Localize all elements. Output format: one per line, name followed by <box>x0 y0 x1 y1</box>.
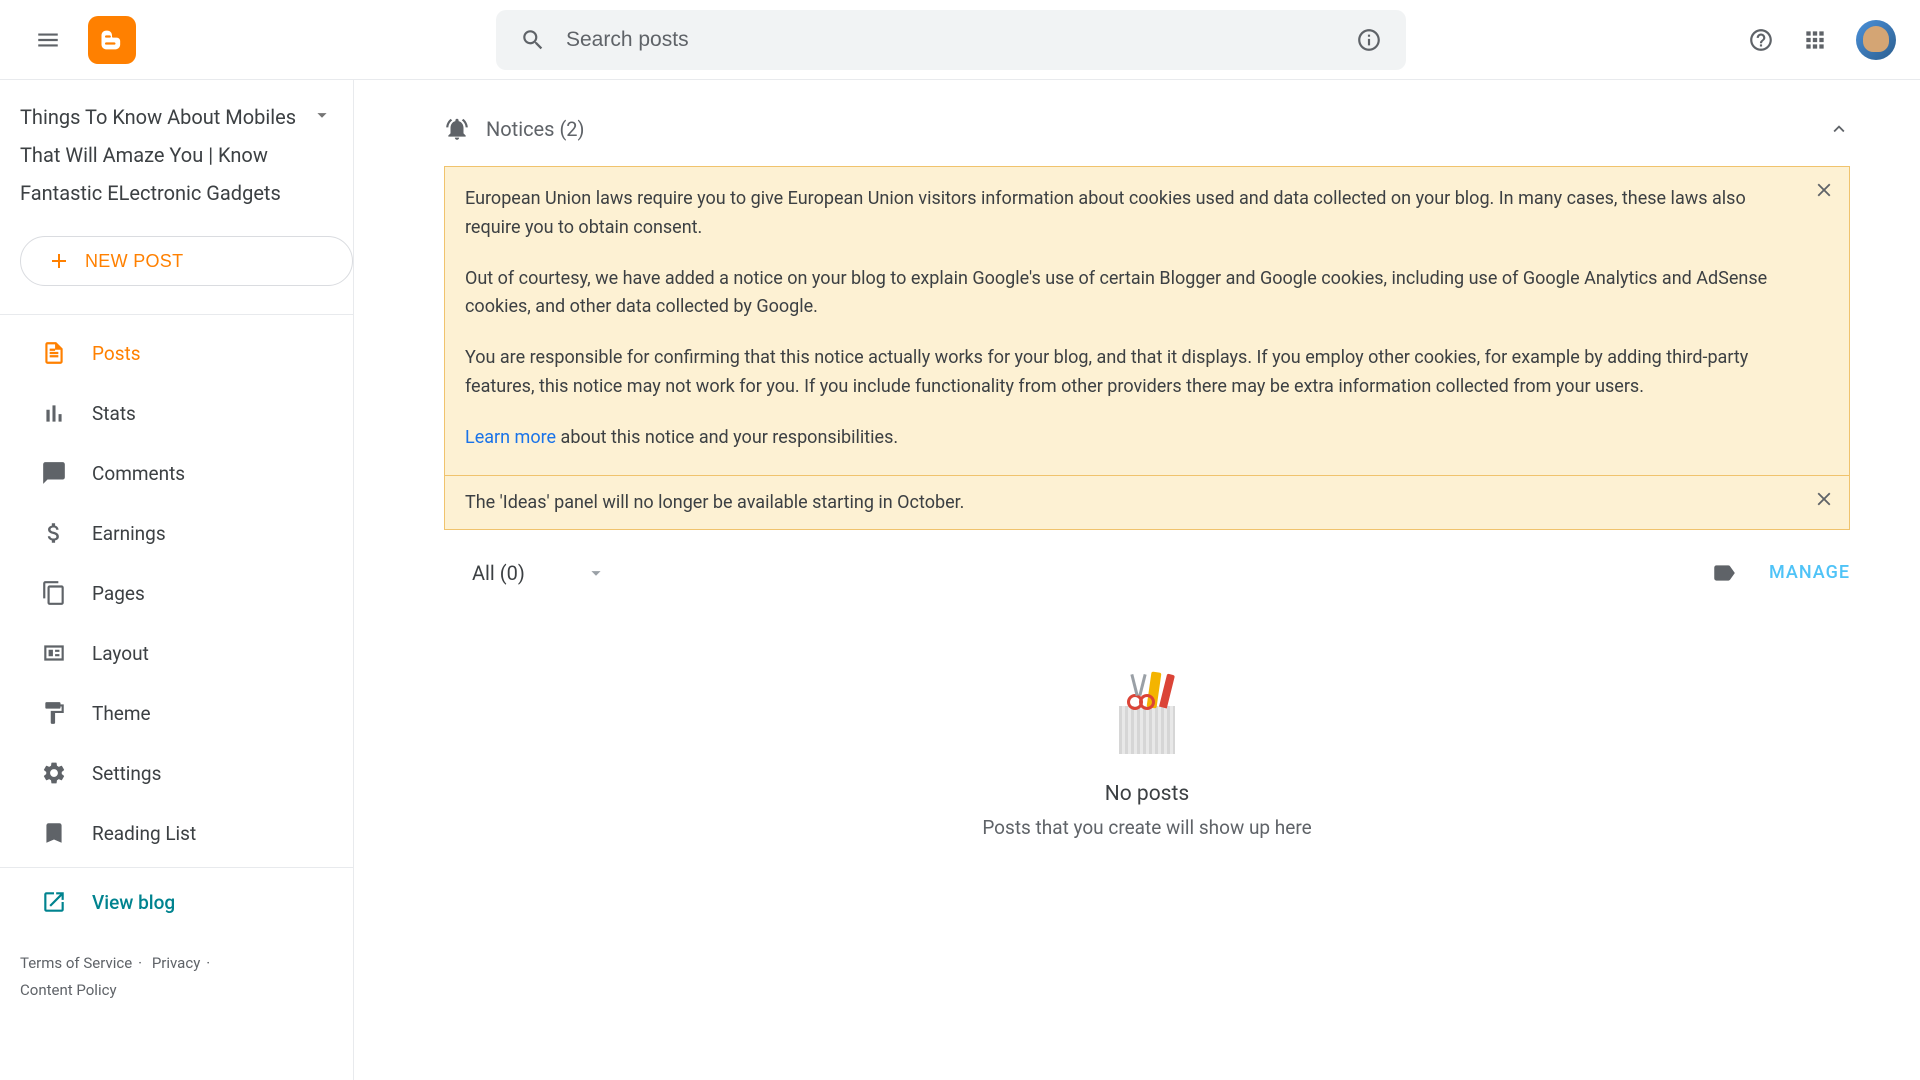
sidebar-item-earnings[interactable]: Earnings <box>0 503 353 563</box>
posts-icon <box>40 340 68 366</box>
sidebar-item-label: Settings <box>92 762 161 785</box>
sidebar-item-stats[interactable]: Stats <box>0 383 353 443</box>
search-bar[interactable] <box>496 10 1406 70</box>
label-icon <box>1711 560 1737 586</box>
sidebar-item-theme[interactable]: Theme <box>0 683 353 743</box>
search-icon <box>520 27 546 53</box>
notices-panel: European Union laws require you to give … <box>444 166 1850 530</box>
blog-selector[interactable]: Things To Know About Mobiles That Will A… <box>0 98 353 212</box>
main-content: Notices (2) European Union laws require … <box>354 80 1920 1080</box>
view-blog-link[interactable]: View blog <box>0 872 353 932</box>
sidebar-item-label: Earnings <box>92 522 166 545</box>
close-icon <box>1813 488 1835 510</box>
settings-icon <box>40 760 68 786</box>
hamburger-icon <box>35 27 61 53</box>
help-button[interactable] <box>1748 27 1774 53</box>
privacy-link[interactable]: Privacy <box>152 954 200 972</box>
label-button[interactable] <box>1711 560 1737 586</box>
notice-text: The 'Ideas' panel will no longer be avai… <box>465 492 964 513</box>
sidebar-item-posts[interactable]: Posts <box>0 323 353 383</box>
content-policy-link[interactable]: Content Policy <box>20 981 117 999</box>
notice-paragraph: European Union laws require you to give … <box>465 185 1789 243</box>
learn-more-link[interactable]: Learn more <box>465 427 556 448</box>
bell-icon <box>444 116 470 142</box>
chevron-up-icon <box>1828 118 1850 140</box>
blogger-logo-icon <box>98 26 126 54</box>
search-info-button[interactable] <box>1356 27 1382 53</box>
sidebar-item-label: Posts <box>92 342 141 365</box>
stats-icon <box>40 400 68 426</box>
manage-labels-link[interactable]: MANAGE <box>1769 562 1850 583</box>
sidebar-item-label: Comments <box>92 462 185 485</box>
dismiss-notice-button[interactable] <box>1813 179 1835 201</box>
new-post-button[interactable]: NEW POST <box>20 236 353 286</box>
info-icon <box>1356 27 1382 53</box>
new-post-label: NEW POST <box>85 251 183 272</box>
bookmark-icon <box>40 820 68 846</box>
notice-eu-cookies: European Union laws require you to give … <box>445 167 1849 475</box>
pages-icon <box>40 580 68 606</box>
dismiss-notice-button[interactable] <box>1813 488 1835 510</box>
sidebar-item-comments[interactable]: Comments <box>0 443 353 503</box>
sidebar-item-label: Pages <box>92 582 145 605</box>
caret-down-icon <box>585 562 607 584</box>
notice-paragraph: Learn more about this notice and your re… <box>465 424 1789 453</box>
earnings-icon <box>40 520 68 546</box>
sidebar-item-pages[interactable]: Pages <box>0 563 353 623</box>
notices-label: Notices (2) <box>486 117 585 141</box>
blog-title: Things To Know About Mobiles That Will A… <box>20 98 311 212</box>
sidebar-footer: Terms of Service· Privacy· Content Polic… <box>0 932 353 1022</box>
comments-icon <box>40 460 68 486</box>
sidebar-item-reading-list[interactable]: Reading List <box>0 803 353 863</box>
sidebar: Things To Know About Mobiles That Will A… <box>0 80 354 1080</box>
close-icon <box>1813 179 1835 201</box>
sidebar-item-label: Layout <box>92 642 149 665</box>
sidebar-item-label: Stats <box>92 402 136 425</box>
notice-paragraph: You are responsible for confirming that … <box>465 344 1789 402</box>
open-in-new-icon <box>40 889 68 915</box>
search-input[interactable] <box>566 28 1356 52</box>
theme-icon <box>40 700 68 726</box>
caret-down-icon <box>311 104 333 126</box>
layout-icon <box>40 640 68 666</box>
sidebar-item-layout[interactable]: Layout <box>0 623 353 683</box>
sidebar-item-label: Reading List <box>92 822 196 845</box>
filter-selected-label: All (0) <box>472 561 525 585</box>
hamburger-menu-button[interactable] <box>24 16 72 64</box>
blogger-logo[interactable] <box>88 16 136 64</box>
empty-illustration <box>1119 706 1175 754</box>
sidebar-item-settings[interactable]: Settings <box>0 743 353 803</box>
google-apps-button[interactable] <box>1802 27 1828 53</box>
empty-title: No posts <box>1105 782 1189 806</box>
empty-subtitle: Posts that you create will show up here <box>982 816 1311 839</box>
apps-grid-icon <box>1802 27 1828 53</box>
help-icon <box>1748 27 1774 53</box>
empty-state: No posts Posts that you create will show… <box>444 706 1850 839</box>
notice-paragraph: Out of courtesy, we have added a notice … <box>465 265 1789 323</box>
account-avatar[interactable] <box>1856 20 1896 60</box>
notice-ideas-panel: The 'Ideas' panel will no longer be avai… <box>445 476 1849 529</box>
terms-link[interactable]: Terms of Service <box>20 954 132 972</box>
notices-toggle[interactable]: Notices (2) <box>444 116 1850 142</box>
view-blog-label: View blog <box>92 891 175 914</box>
plus-icon <box>47 249 71 273</box>
sidebar-item-label: Theme <box>92 702 151 725</box>
posts-filter-dropdown[interactable]: All (0) <box>472 561 607 585</box>
notice-tail: about this notice and your responsibilit… <box>556 427 898 448</box>
